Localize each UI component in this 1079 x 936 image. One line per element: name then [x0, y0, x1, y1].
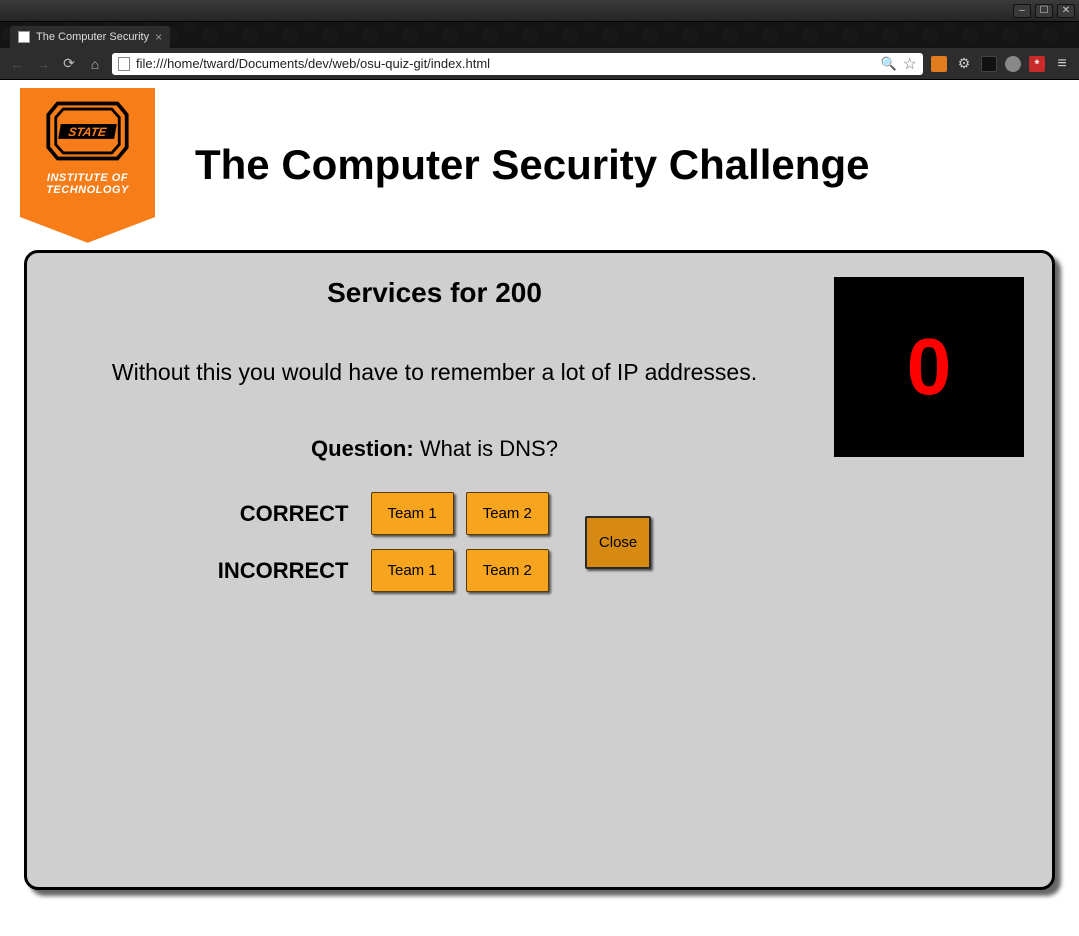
- reload-icon[interactable]: ⟳: [60, 55, 78, 73]
- url-input[interactable]: [136, 56, 874, 71]
- home-icon[interactable]: ⌂: [86, 55, 104, 73]
- institute-banner: STATE INSTITUTE OF TECHNOLOGY: [20, 88, 155, 243]
- tab-title: The Computer Security: [36, 31, 149, 43]
- clue-text: Without this you would have to remember …: [55, 359, 814, 386]
- window-maximize-button[interactable]: ☐: [1035, 4, 1053, 18]
- address-bar[interactable]: 🔍 ☆: [112, 53, 923, 75]
- incorrect-team1-button[interactable]: Team 1: [371, 549, 454, 592]
- incorrect-label: INCORRECT: [218, 558, 359, 584]
- svg-text:STATE: STATE: [67, 125, 108, 139]
- zoom-icon[interactable]: 🔍: [880, 56, 896, 72]
- close-button[interactable]: Close: [585, 516, 651, 569]
- countdown-timer: 0: [834, 277, 1024, 457]
- page-favicon-icon: [18, 31, 30, 43]
- category-heading: Services for 200: [55, 277, 814, 309]
- judging-controls: CORRECT Team 1 Team 2 INCORRECT Team 1 T…: [55, 492, 814, 592]
- browser-menu-icon[interactable]: ≡: [1053, 55, 1071, 73]
- nav-back-icon[interactable]: ←: [8, 55, 26, 73]
- question-label: Question:: [311, 436, 414, 461]
- page-title: The Computer Security Challenge: [185, 141, 1059, 189]
- browser-toolbar: ← → ⟳ ⌂ 🔍 ☆ ⚙ * ≡: [0, 48, 1079, 80]
- answer-text: What is DNS?: [420, 436, 558, 461]
- browser-tabstrip: The Computer Security ×: [0, 22, 1079, 48]
- bookmark-star-icon[interactable]: ☆: [903, 54, 917, 74]
- correct-label: CORRECT: [218, 501, 359, 527]
- incorrect-team2-button[interactable]: Team 2: [466, 549, 549, 592]
- answer-line: Question: What is DNS?: [55, 436, 814, 462]
- window-minimize-button[interactable]: –: [1013, 4, 1031, 18]
- osu-logo-icon: STATE: [40, 96, 135, 166]
- extension-icon-1[interactable]: [931, 56, 947, 72]
- window-close-button[interactable]: ✕: [1057, 4, 1075, 18]
- tab-close-icon[interactable]: ×: [155, 30, 162, 44]
- page-viewport: STATE INSTITUTE OF TECHNOLOGY The Comput…: [0, 80, 1079, 936]
- extension-icon-4[interactable]: *: [1029, 56, 1045, 72]
- correct-team1-button[interactable]: Team 1: [371, 492, 454, 535]
- timer-value: 0: [907, 321, 952, 413]
- os-titlebar: – ☐ ✕: [0, 0, 1079, 22]
- page-header: STATE INSTITUTE OF TECHNOLOGY The Comput…: [0, 80, 1079, 250]
- correct-team2-button[interactable]: Team 2: [466, 492, 549, 535]
- settings-gear-icon[interactable]: ⚙: [955, 55, 973, 73]
- page-icon: [118, 57, 130, 71]
- banner-line2: TECHNOLOGY: [46, 184, 129, 196]
- browser-tab[interactable]: The Computer Security ×: [10, 26, 170, 48]
- nav-forward-icon[interactable]: →: [34, 55, 52, 73]
- banner-text: INSTITUTE OF TECHNOLOGY: [46, 172, 129, 196]
- banner-line1: INSTITUTE OF: [46, 172, 129, 184]
- extension-icon-3[interactable]: [1005, 56, 1021, 72]
- question-card: Services for 200 Without this you would …: [24, 250, 1055, 890]
- extension-icon-2[interactable]: [981, 56, 997, 72]
